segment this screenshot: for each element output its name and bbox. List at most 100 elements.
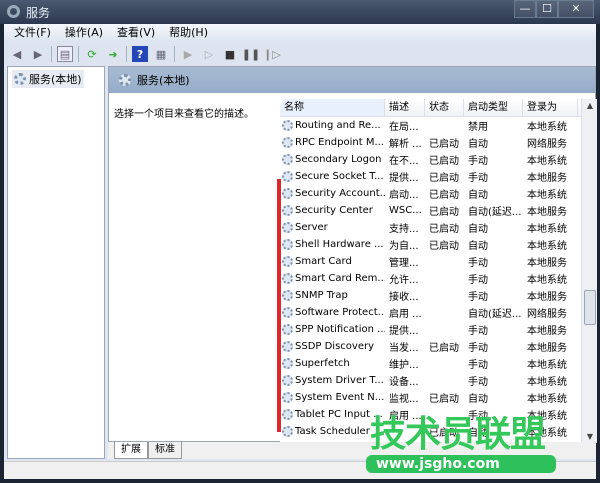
back-icon[interactable]: ◀ <box>9 46 25 62</box>
service-row[interactable]: Shell Hardware ... 为自... 已启动 自动 本地系统 <box>280 236 597 253</box>
service-startup-type: 手动 <box>468 326 488 337</box>
service-row[interactable]: Security Account... 启动... 已启动 自动 本地系统 <box>280 185 597 202</box>
service-row[interactable]: Software Protect... 启用 ... 自动(延迟... 网络服务 <box>280 304 597 321</box>
window-frame: 文件(F) 操作(A) 查看(V) 帮助(H) ◀ ▶ ▤ ⟳ ➜ ? ▦ ▶ … <box>4 24 597 479</box>
start-icon[interactable]: ▶ <box>180 46 196 62</box>
gear-icon <box>282 290 293 301</box>
restart-icon[interactable]: ❙▷ <box>263 46 281 62</box>
service-status: 已启动 <box>429 173 459 184</box>
service-name: RPC Endpoint M... <box>280 137 385 148</box>
service-name: Shell Hardware ... <box>280 239 385 250</box>
service-log-on-as: 本地系统 <box>527 156 567 167</box>
service-row[interactable]: Smart Card 管理... 手动 本地服务 <box>280 253 597 270</box>
scroll-up-icon[interactable]: ▲ <box>582 101 597 110</box>
service-row[interactable]: RPC Endpoint M... 解析 ... 已启动 自动 网络服务 <box>280 134 597 151</box>
export-icon[interactable]: ➜ <box>105 46 121 62</box>
watermark-text: 技术员联盟 <box>370 414 546 455</box>
service-row[interactable]: System Event N... 监视... 已启动 自动 本地系统 <box>280 389 597 406</box>
column-log-on-as[interactable]: 登录为 <box>523 99 578 116</box>
service-status: 已启动 <box>429 207 459 218</box>
separator <box>78 46 79 62</box>
properties-icon[interactable]: ▦ <box>153 46 169 62</box>
service-row[interactable]: Smart Card Rem... 允许... 手动 本地系统 <box>280 270 597 287</box>
service-log-on-as: 本地服务 <box>527 173 567 184</box>
menu-help[interactable]: 帮助(H) <box>169 24 208 42</box>
service-row[interactable]: SNMP Trap 接收... 手动 本地服务 <box>280 287 597 304</box>
column-status[interactable]: 状态 <box>425 99 464 116</box>
stop-icon[interactable]: ■ <box>222 46 238 62</box>
service-status: 已启动 <box>429 394 459 405</box>
service-row[interactable]: Security Center WSC... 已启动 自动(延迟... 本地服务 <box>280 202 597 219</box>
service-log-on-as: 本地系统 <box>527 224 567 235</box>
service-name-text: SSDP Discovery <box>295 341 375 352</box>
gear-icon <box>282 256 293 267</box>
service-log-on-as: 本地系统 <box>527 241 567 252</box>
service-description: 设备... <box>389 377 419 388</box>
service-log-on-as: 本地服务 <box>527 326 567 337</box>
service-row[interactable]: Superfetch 维护... 手动 本地系统 <box>280 355 597 372</box>
column-name[interactable]: 名称 <box>280 99 385 116</box>
gear-icon <box>282 426 293 437</box>
service-row[interactable]: SPP Notification ... 提供... 手动 本地服务 <box>280 321 597 338</box>
service-name: SNMP Trap <box>280 290 385 301</box>
gear-icon <box>282 341 293 352</box>
tree-pane: 服务(本地) <box>7 66 105 459</box>
service-description: 提供... <box>389 173 419 184</box>
service-row[interactable]: System Driver T... 设备... 手动 本地系统 <box>280 372 597 389</box>
window-title: 服务 <box>26 6 51 20</box>
maximize-button[interactable]: ☐ <box>536 0 558 18</box>
service-name: Security Account... <box>280 188 385 199</box>
tree-node-services-local[interactable]: 服务(本地) <box>12 70 84 88</box>
gear-icon <box>282 239 293 250</box>
gear-icon <box>282 154 293 165</box>
minimize-button[interactable]: — <box>514 0 536 18</box>
service-name: SSDP Discovery <box>280 341 385 352</box>
service-description: 解析 ... <box>389 139 422 150</box>
service-status: 已启动 <box>429 190 459 201</box>
service-row[interactable]: Server 支持... 已启动 自动 本地系统 <box>280 219 597 236</box>
gear-icon <box>282 409 293 420</box>
help-icon[interactable]: ? <box>132 46 148 62</box>
service-name: Secondary Logon <box>280 154 385 165</box>
scrollbar-thumb[interactable] <box>584 290 596 325</box>
forward-icon[interactable]: ▶ <box>30 46 46 62</box>
column-description[interactable]: 描述 <box>385 99 425 116</box>
refresh-icon[interactable]: ⟳ <box>84 46 100 62</box>
tab-extended[interactable]: 扩展 <box>114 442 148 459</box>
gear-icon <box>282 375 293 386</box>
service-row[interactable]: Secondary Logon 在不... 已启动 手动 本地系统 <box>280 151 597 168</box>
service-row[interactable]: SSDP Discovery 当发... 已启动 手动 本地服务 <box>280 338 597 355</box>
gear-icon <box>282 188 293 199</box>
service-name: Smart Card <box>280 256 385 267</box>
service-name: Software Protect... <box>280 307 385 318</box>
service-name: Routing and Re... <box>280 120 385 131</box>
service-name-text: Security Center <box>295 205 373 216</box>
service-row[interactable]: Secure Socket T... 提供... 已启动 手动 本地服务 <box>280 168 597 185</box>
service-startup-type: 自动 <box>468 139 488 150</box>
tab-standard[interactable]: 标准 <box>148 442 182 459</box>
pause-icon[interactable]: ❚❚ <box>242 46 260 62</box>
gear-icon <box>282 222 293 233</box>
close-button[interactable]: ✕ <box>558 0 594 18</box>
show-tree-icon[interactable]: ▤ <box>57 46 73 62</box>
service-startup-type: 手动 <box>468 258 488 269</box>
gear-icon <box>282 358 293 369</box>
separator <box>51 46 52 62</box>
services-icon <box>7 5 20 18</box>
service-startup-type: 手动 <box>468 343 488 354</box>
menu-view[interactable]: 查看(V) <box>117 24 155 42</box>
service-name-text: Smart Card Rem... <box>295 273 385 284</box>
service-description: WSC... <box>389 205 422 216</box>
service-row[interactable]: Routing and Re... 在局... 禁用 本地系统 <box>280 117 597 134</box>
service-name-text: SPP Notification ... <box>295 324 385 335</box>
menu-file[interactable]: 文件(F) <box>14 24 51 42</box>
menu-action[interactable]: 操作(A) <box>65 24 103 42</box>
start-alt-icon[interactable]: ▷ <box>201 46 217 62</box>
service-log-on-as: 本地系统 <box>527 275 567 286</box>
column-startup-type[interactable]: 启动类型 <box>464 99 523 116</box>
vertical-scrollbar[interactable]: ▲ ▼ <box>581 99 597 443</box>
service-description: 监视... <box>389 394 419 405</box>
service-name: System Driver T... <box>280 375 385 386</box>
service-description: 管理... <box>389 258 419 269</box>
service-name-text: Software Protect... <box>295 307 385 318</box>
